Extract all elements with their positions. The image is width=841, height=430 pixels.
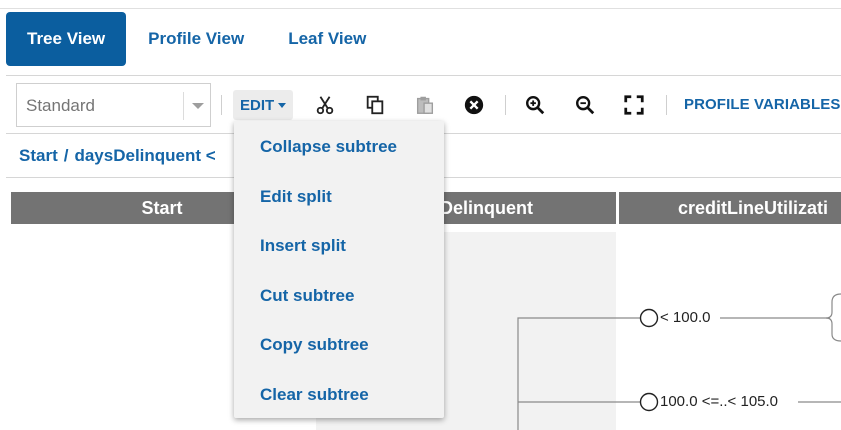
edit-dropdown-menu: Collapse subtree Edit split Insert split…: [234, 121, 444, 418]
tree-node-label: < 100.0: [660, 309, 711, 326]
menu-item-cut-subtree[interactable]: Cut subtree: [260, 286, 354, 306]
menu-item-copy-subtree[interactable]: Copy subtree: [260, 335, 369, 355]
tree-node-circle[interactable]: [639, 392, 659, 412]
menu-item-collapse-subtree[interactable]: Collapse subtree: [260, 137, 397, 157]
menu-item-edit-split[interactable]: Edit split: [260, 187, 332, 207]
tree-node-label: 100.0 <=..< 105.0: [660, 393, 779, 410]
tree-brace: [825, 293, 841, 342]
menu-item-insert-split[interactable]: Insert split: [260, 236, 346, 256]
menu-item-clear-subtree[interactable]: Clear subtree: [260, 385, 369, 405]
tree-node-circle[interactable]: [639, 308, 659, 328]
tree-editor-window: Tree View Profile View Leaf View Standar…: [0, 0, 841, 430]
tree-edge: [517, 317, 640, 430]
